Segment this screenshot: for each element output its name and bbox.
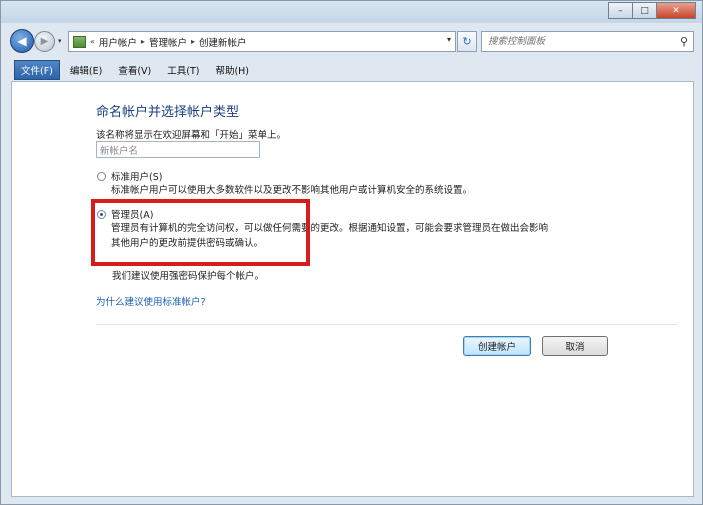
minimize-button[interactable]: – xyxy=(608,2,632,19)
breadcrumb-user-accounts[interactable]: 用户帐户 xyxy=(99,35,137,49)
recent-pages-dropdown-icon[interactable]: ▾ xyxy=(58,37,62,45)
menu-file[interactable]: 文件(F) xyxy=(14,59,60,80)
control-panel-icon xyxy=(73,35,86,48)
password-recommendation: 我们建议使用强密码保护每个帐户。 xyxy=(112,271,265,282)
standard-user-label[interactable]: 标准用户(S) xyxy=(111,169,162,183)
why-standard-account-link[interactable]: 为什么建议使用标准帐户? xyxy=(96,294,206,308)
maximize-button[interactable]: □ xyxy=(632,2,656,19)
page-title: 命名帐户并选择帐户类型 xyxy=(96,105,240,120)
address-bar[interactable]: « 用户帐户 ▸ 管理帐户 ▸ 创建新帐户 ▾ xyxy=(68,31,456,52)
menu-bar: 文件(F) 编辑(E) 查看(V) 工具(T) 帮助(H) xyxy=(1,59,702,80)
search-input[interactable] xyxy=(488,36,668,47)
forward-button[interactable]: ▶ xyxy=(34,31,55,52)
standard-user-description: 标准帐户用户可以使用大多数软件以及更改不影响其他用户或计算机安全的系统设置。 xyxy=(111,185,473,196)
breadcrumb-separator-icon[interactable]: ▸ xyxy=(191,37,195,46)
window-controls: – □ ✕ xyxy=(608,2,696,19)
refresh-button[interactable]: ↻ xyxy=(457,31,477,52)
create-account-button[interactable]: 创建帐户 xyxy=(463,336,531,356)
breadcrumb-overflow-icon[interactable]: « xyxy=(90,37,95,46)
highlight-annotation-box xyxy=(91,199,310,266)
menu-help[interactable]: 帮助(H) xyxy=(209,61,255,79)
menu-view[interactable]: 查看(V) xyxy=(112,61,157,79)
content-pane: 命名帐户并选择帐户类型 该名称将显示在欢迎屏幕和「开始」菜单上。 标准用户(S)… xyxy=(11,81,694,497)
address-dropdown-icon[interactable]: ▾ xyxy=(447,35,451,44)
navigation-bar: ◀ ▶ ▾ « 用户帐户 ▸ 管理帐户 ▸ 创建新帐户 ▾ ↻ ⚲ xyxy=(1,27,702,57)
title-bar: – □ ✕ xyxy=(1,1,702,23)
breadcrumb-manage-accounts[interactable]: 管理帐户 xyxy=(149,35,187,49)
menu-tools[interactable]: 工具(T) xyxy=(161,61,205,79)
search-box: ⚲ xyxy=(481,31,694,52)
maximize-icon: □ xyxy=(640,5,649,16)
minimize-icon: – xyxy=(618,5,623,16)
breadcrumb-separator-icon[interactable]: ▸ xyxy=(141,37,145,46)
name-description: 该名称将显示在欢迎屏幕和「开始」菜单上。 xyxy=(96,130,287,141)
account-name-input[interactable] xyxy=(96,141,260,158)
refresh-icon: ↻ xyxy=(462,35,472,48)
breadcrumb-create-account[interactable]: 创建新帐户 xyxy=(199,35,247,49)
menu-edit[interactable]: 编辑(E) xyxy=(64,61,108,79)
standard-user-radio[interactable] xyxy=(97,172,106,181)
divider xyxy=(96,324,678,325)
back-button[interactable]: ◀ xyxy=(10,29,34,53)
close-icon: ✕ xyxy=(672,5,680,16)
forward-arrow-icon: ▶ xyxy=(40,36,49,47)
close-button[interactable]: ✕ xyxy=(656,2,696,19)
cancel-button[interactable]: 取消 xyxy=(542,336,608,356)
search-icon[interactable]: ⚲ xyxy=(680,35,688,48)
back-arrow-icon: ◀ xyxy=(17,34,27,48)
control-panel-window: – □ ✕ ◀ ▶ ▾ « 用户帐户 ▸ 管理帐户 ▸ 创建新帐户 ▾ ↻ ⚲ … xyxy=(0,0,703,505)
